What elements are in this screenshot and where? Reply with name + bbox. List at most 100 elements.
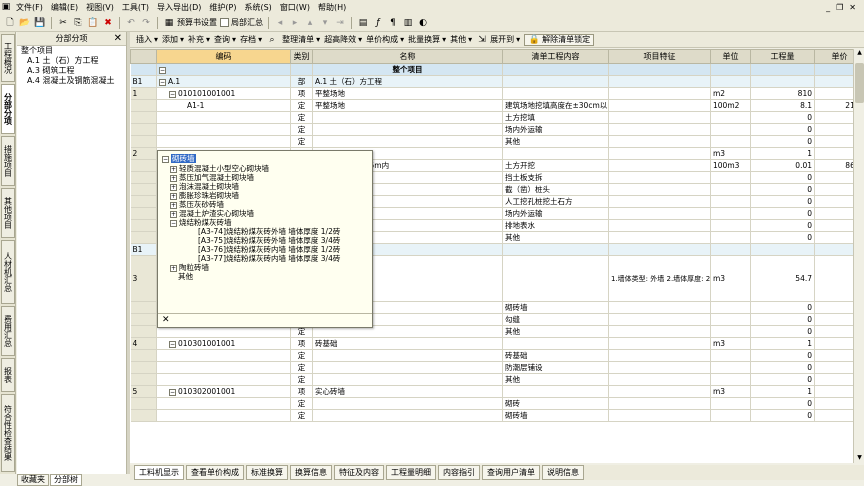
move-right-icon[interactable]: ▸ (289, 17, 301, 29)
feature-cell[interactable] (608, 349, 711, 362)
feature-cell[interactable] (608, 373, 711, 386)
unit-cell[interactable] (710, 63, 751, 76)
menu-system[interactable]: 系统(S) (240, 2, 275, 13)
detail-tab[interactable]: 工料机显示 (134, 465, 184, 480)
table-row[interactable]: − 整个项目 (130, 63, 864, 76)
quantity-cell[interactable]: 0 (750, 183, 815, 196)
unit-cell[interactable] (710, 409, 751, 422)
close-icon[interactable]: ✕ (162, 315, 170, 325)
content-cell[interactable]: 场内外运输 (502, 207, 609, 220)
table-row[interactable]: 定 土方挖填 0 (130, 111, 864, 124)
unit-cell[interactable] (710, 135, 751, 148)
name-cell[interactable] (312, 135, 503, 148)
popup-tree-item[interactable]: + 泡沫混凝土砌块墙 (170, 182, 239, 191)
quantity-cell[interactable]: 0 (750, 373, 815, 386)
quantity-cell[interactable]: 0 (750, 313, 815, 326)
collapse-icon[interactable]: − (169, 389, 176, 396)
unit-cell[interactable]: m3 (710, 385, 751, 398)
table-row[interactable]: A1-1定平整场地建筑场地挖填高度在±30cm以内的找平100m28.1217. (130, 99, 864, 112)
content-cell[interactable]: 排地表水 (502, 219, 609, 232)
popup-tree-item[interactable]: − 烧结粉煤灰砖墙 (170, 218, 232, 227)
detail-tab[interactable]: 内容指引 (438, 465, 480, 480)
copy-icon[interactable]: ⎘ (72, 17, 84, 29)
name-cell[interactable] (312, 111, 503, 124)
formula-icon[interactable]: ƒ (372, 17, 384, 29)
database-icon[interactable]: ▥ (402, 17, 414, 29)
tab-reports[interactable]: 报表 (1, 358, 15, 392)
local-summary-checkbox[interactable] (220, 18, 229, 27)
save-icon[interactable]: 💾 (34, 17, 46, 29)
table-row[interactable]: 定 其他 0 (130, 135, 864, 148)
feature-cell[interactable] (608, 75, 711, 88)
quantity-cell[interactable] (750, 243, 815, 256)
close-icon[interactable]: ✕ (114, 33, 122, 44)
collapse-icon[interactable]: − (170, 220, 177, 227)
cut-icon[interactable]: ✂ (57, 17, 69, 29)
feature-cell[interactable] (608, 111, 711, 124)
content-cell[interactable]: 土方挖填 (502, 111, 609, 124)
feature-cell[interactable]: 1.墙体类型: 外墙 2.墙体厚度: 200 3.空心砖、砌块品种、规格、强度等… (608, 255, 711, 302)
column-header-quantity[interactable]: 工程量 (750, 49, 815, 64)
feature-cell[interactable] (608, 99, 711, 112)
content-cell[interactable]: 砖基础 (502, 349, 609, 362)
collapse-icon[interactable]: − (169, 91, 176, 98)
feature-cell[interactable] (608, 207, 711, 220)
unit-cell[interactable] (710, 313, 751, 326)
expand-icon[interactable]: + (170, 184, 177, 191)
table-row[interactable]: 定 砌砖 0 (130, 397, 864, 410)
delete-icon[interactable]: ✖ (102, 17, 114, 29)
scroll-up-icon[interactable]: ▲ (855, 49, 864, 58)
move-down-icon[interactable]: ▾ (319, 17, 331, 29)
content-cell[interactable]: 砌砖墙 (502, 409, 609, 422)
quantity-cell[interactable]: 0 (750, 301, 815, 314)
unit-cell[interactable] (710, 171, 751, 184)
content-cell[interactable] (502, 385, 609, 398)
name-cell[interactable] (312, 123, 503, 136)
tab-section-tree[interactable]: 分部树 (50, 474, 82, 486)
code-cell[interactable]: −010302001001 (156, 385, 291, 398)
tab-project-overview[interactable]: 工程概况 (1, 34, 15, 82)
table-row[interactable]: 4−010301001001 项砖基础 m3 1 (130, 337, 864, 350)
unit-cell[interactable] (710, 301, 751, 314)
type-cell[interactable]: 项 (290, 385, 313, 398)
popup-tree-item[interactable]: + 蒸压灰砂砖墙 (170, 200, 224, 209)
collapse-icon[interactable]: − (159, 67, 166, 74)
other-button[interactable]: 其他 ▾ (450, 34, 472, 45)
scroll-thumb[interactable] (855, 63, 864, 103)
vertical-scrollbar[interactable]: ▲ ▼ (853, 49, 864, 463)
move-left-icon[interactable]: ◂ (274, 17, 286, 29)
name-cell[interactable]: A.1 土（石）方工程 (312, 75, 503, 88)
expand-icon[interactable]: + (170, 202, 177, 209)
tree-item-whole-project[interactable]: 整个项目 (17, 46, 126, 56)
column-header-code[interactable]: 编码 (156, 49, 291, 64)
tab-other-items[interactable]: 其他项目 (1, 188, 15, 238)
quantity-cell[interactable]: 0 (750, 219, 815, 232)
unit-cell[interactable] (710, 75, 751, 88)
content-cell[interactable]: 其他 (502, 135, 609, 148)
quantity-cell[interactable]: 0 (750, 349, 815, 362)
expand-icon[interactable]: + (170, 175, 177, 182)
binoculars-icon[interactable]: ⌕ (266, 34, 278, 46)
quantity-cell[interactable] (750, 75, 815, 88)
budget-settings-button[interactable]: ▦ 预算书设置 (163, 17, 217, 29)
quantity-cell[interactable]: 8.1 (750, 99, 815, 112)
unit-cell[interactable] (710, 373, 751, 386)
code-cell[interactable] (156, 123, 291, 136)
type-cell[interactable]: 定 (290, 409, 313, 422)
code-cell[interactable] (156, 373, 291, 386)
code-cell[interactable]: − A.1 (156, 75, 291, 88)
type-cell[interactable]: 定 (290, 111, 313, 124)
menu-tools[interactable]: 工具(T) (118, 2, 153, 13)
palette-icon[interactable]: ◐ (417, 17, 429, 29)
menu-help[interactable]: 帮助(H) (314, 2, 350, 13)
unit-cell[interactable]: m3 (710, 337, 751, 350)
add-button[interactable]: 添加 ▾ (162, 34, 184, 45)
feature-cell[interactable] (608, 147, 711, 160)
quantity-cell[interactable]: 0 (750, 409, 815, 422)
quantity-cell[interactable]: 0 (750, 135, 815, 148)
content-cell[interactable] (502, 63, 609, 76)
content-cell[interactable]: 建筑场地挖填高度在±30cm以内的找平 (502, 99, 609, 112)
content-cell[interactable] (502, 255, 609, 302)
unit-cell[interactable] (710, 397, 751, 410)
quantity-cell[interactable]: 1 (750, 385, 815, 398)
